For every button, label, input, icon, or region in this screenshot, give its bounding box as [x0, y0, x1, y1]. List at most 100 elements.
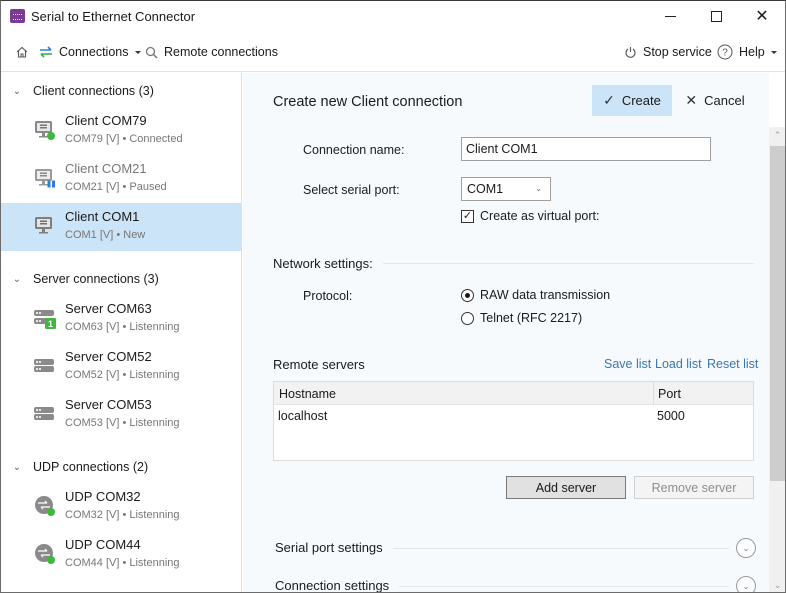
sidebar-item-client-com21[interactable]: Client COM21 COM21 [V] • Paused	[1, 155, 241, 203]
minimize-icon	[664, 16, 676, 17]
status-connected-dot	[47, 132, 55, 140]
page-title: Create new Client connection	[273, 94, 463, 110]
sidebar-item-client-com1[interactable]: Client COM1 COM1 [V] • New	[1, 203, 241, 251]
remote-connections-label: Remote connections	[164, 45, 278, 59]
sidebar-item-udp-com32[interactable]: UDP COM32 COM32 [V] • Listenning	[1, 483, 241, 531]
connection-name-label: Connection name:	[303, 143, 405, 157]
connection-status: COM63 [V] • Listenning	[65, 321, 180, 333]
help-icon: ?	[717, 44, 733, 60]
cell-port: 5000	[657, 409, 685, 423]
group-server-connections[interactable]: ⌄ Server connections (3)	[1, 268, 242, 290]
save-list-link[interactable]: Save list	[604, 357, 651, 371]
table-header: Hostname Port	[274, 382, 753, 405]
checkmark-icon: ✓	[603, 92, 615, 108]
virtual-port-row[interactable]: ✓ Create as virtual port:	[461, 209, 600, 223]
serial-port-select[interactable]: COM1 ⌄	[461, 177, 551, 201]
connection-name: Client COM1	[65, 209, 140, 224]
vertical-scrollbar[interactable]: ⌃ ⌄	[769, 127, 785, 592]
sidebar-item-client-com79[interactable]: Client COM79 COM79 [V] • Connected	[1, 107, 241, 155]
sidebar-item-server-com63[interactable]: 1 Server COM63 COM63 [V] • Listenning	[1, 295, 241, 343]
connections-menu[interactable]: Connections	[39, 40, 141, 64]
server-icon	[34, 359, 54, 372]
protocol-raw-option[interactable]: RAW data transmission	[461, 288, 610, 302]
sidebar-item-server-com52[interactable]: Server COM52 COM52 [V] • Listenning	[1, 343, 241, 391]
network-settings-title: Network settings:	[273, 256, 373, 271]
scroll-up-arrow-icon[interactable]: ⌃	[769, 127, 785, 144]
radio-raw[interactable]	[461, 288, 474, 302]
udp-globe-icon	[35, 496, 55, 516]
protocol-telnet-option[interactable]: Telnet (RFC 2217)	[461, 311, 582, 325]
virtual-port-checkbox[interactable]: ✓	[461, 209, 474, 223]
expander-label: Serial port settings	[275, 540, 383, 555]
column-hostname[interactable]: Hostname	[279, 387, 336, 401]
connection-name: Server COM63	[65, 301, 152, 316]
load-list-link[interactable]: Load list	[655, 357, 702, 371]
sidebar-item-udp-com44[interactable]: UDP COM44 COM44 [V] • Listenning	[1, 531, 241, 579]
close-button[interactable]: ✕	[739, 1, 785, 32]
remove-server-button[interactable]: Remove server	[634, 476, 754, 499]
protocol-label: Protocol:	[303, 289, 353, 303]
minimize-button[interactable]	[647, 1, 693, 32]
stop-service-button[interactable]: Stop service	[624, 40, 712, 64]
serial-port-label: Select serial port:	[303, 183, 400, 197]
virtual-port-label: Create as virtual port:	[480, 209, 600, 223]
server-icon: 1	[34, 310, 56, 329]
maximize-button[interactable]	[693, 1, 739, 32]
chevron-down-icon[interactable]: ⌄	[736, 538, 756, 558]
chevron-down-icon	[134, 50, 141, 54]
home-icon[interactable]	[15, 45, 29, 59]
connections-sidebar: ⌄ Client connections (3) Client COM79 CO…	[1, 73, 242, 592]
radio-raw-label: RAW data transmission	[480, 288, 611, 302]
column-port[interactable]: Port	[658, 387, 681, 401]
connection-status: COM53 [V] • Listenning	[65, 417, 180, 429]
connection-name: Client COM21	[65, 161, 147, 176]
chevron-down-icon: ⌄	[12, 85, 22, 97]
section-divider	[393, 548, 729, 549]
client-monitor-icon	[35, 121, 55, 140]
window-title: Serial to Ethernet Connector	[31, 9, 196, 24]
help-menu[interactable]: ? Help	[717, 40, 777, 64]
client-monitor-icon	[35, 217, 52, 234]
app-window: Serial to Ethernet Connector ✕ Connectio…	[0, 0, 786, 593]
close-icon: ✕	[755, 7, 769, 25]
search-icon	[145, 46, 158, 59]
connection-name-input[interactable]	[461, 137, 711, 161]
udp-globe-icon	[35, 544, 55, 564]
column-divider[interactable]	[653, 382, 654, 405]
connection-name: Client COM79	[65, 113, 147, 128]
server-icon	[34, 407, 54, 420]
create-connection-panel: Create new Client connection ✓ Create ✕ …	[243, 73, 769, 593]
connection-name: Server COM52	[65, 349, 152, 364]
cancel-label: Cancel	[704, 93, 745, 108]
connection-name: UDP COM32	[65, 489, 141, 504]
remote-servers-title: Remote servers	[273, 357, 365, 372]
expander-label: Connection settings	[275, 578, 390, 593]
chevron-down-icon[interactable]: ⌄	[736, 576, 756, 592]
sidebar-item-server-com53[interactable]: Server COM53 COM53 [V] • Listenning	[1, 391, 241, 439]
connection-name: Server COM53	[65, 397, 152, 412]
scroll-down-arrow-icon[interactable]: ⌄	[769, 577, 785, 592]
remote-connections-button[interactable]: Remote connections	[145, 40, 278, 64]
section-divider	[399, 586, 729, 587]
group-client-connections[interactable]: ⌄ Client connections (3)	[1, 80, 242, 102]
close-icon: ✕	[685, 92, 698, 108]
client-count-badge: 1	[48, 319, 53, 329]
radio-telnet-label: Telnet (RFC 2217)	[480, 311, 583, 325]
connection-status: COM21 [V] • Paused	[65, 181, 167, 193]
app-logo-icon	[10, 9, 25, 23]
power-icon	[624, 46, 637, 59]
add-server-button[interactable]: Add server	[506, 476, 626, 499]
chevron-down-icon: ⌄	[535, 184, 542, 193]
serial-port-settings-expander[interactable]: Serial port settings ⌄	[275, 538, 756, 560]
radio-telnet[interactable]	[461, 311, 474, 325]
reset-list-link[interactable]: Reset list	[707, 357, 758, 371]
connection-status: COM52 [V] • Listenning	[65, 369, 180, 381]
scroll-thumb[interactable]	[770, 146, 785, 481]
connection-settings-expander[interactable]: Connection settings ⌄	[275, 576, 756, 593]
group-udp-connections[interactable]: ⌄ UDP connections (2)	[1, 456, 242, 478]
create-button[interactable]: ✓ Create	[592, 85, 672, 116]
connections-label: Connections	[59, 45, 129, 59]
cancel-button[interactable]: ✕ Cancel	[679, 85, 751, 116]
cell-hostname: localhost	[278, 409, 328, 423]
chevron-down-icon	[770, 50, 777, 54]
